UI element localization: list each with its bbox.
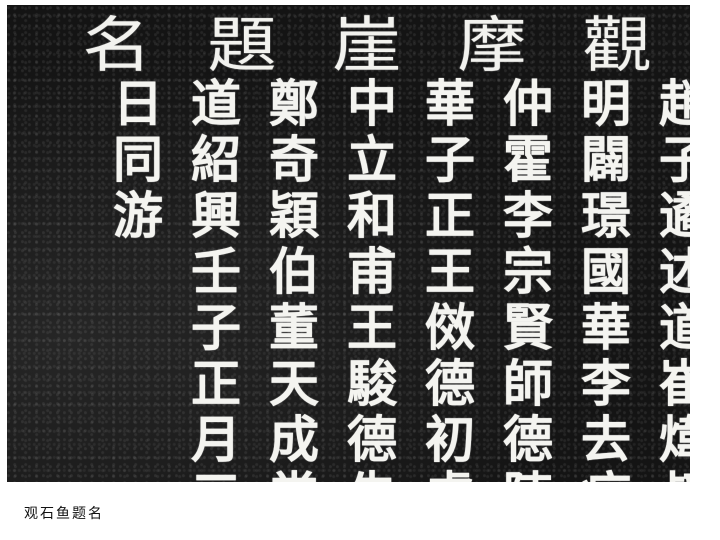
inscription-column: 仲霍李宗賢師德陳 [491,74,565,483]
inscription-column: 道紹興壬子正月三 [179,74,253,483]
image-caption: 观石鱼题名 [24,506,104,522]
inscription-char: 游 [113,186,163,245]
inscription-char: 霍 [503,130,553,189]
inscription-char: 鄭 [269,74,319,133]
inscription-columns: 趙子遹述道崔煒叔明闢璟國華李去病仲霍李宗賢師德陳華子正王傚德初虞中立和甫王駿德先… [7,74,690,483]
inscription-char: 德 [425,354,475,413]
inscription-char: 闢 [581,130,631,189]
inscription-char: 壬 [191,242,241,301]
inscription-column: 華子正王傚德初虞 [413,74,487,483]
inscription-char: 中 [347,74,397,133]
inscription-char: 病 [581,471,631,483]
inscription-char: 日 [113,74,163,133]
inscription-char: 子 [191,298,241,357]
title-char: 觀 [582,11,652,81]
inscription-char: 德 [347,410,397,469]
inscription-char: 道 [659,298,690,357]
inscription-char: 陳 [503,471,553,483]
title-char: 崖 [332,11,402,81]
inscription-char: 月 [191,410,241,469]
inscription-char: 煒 [659,410,690,469]
inscription-column: 日同游 [101,79,175,247]
inscription-char: 正 [425,186,475,245]
inscription-char: 仲 [503,74,553,133]
inscription-char: 叔 [659,471,690,483]
inscription-char: 董 [269,298,319,357]
inscription-char: 德 [503,410,553,469]
stone-rubbing: 觀 摩 崖 題 名 趙子遹述道崔煒叔明闢璟國華李去病仲霍李宗賢師德陳華子正王傚德… [7,5,690,482]
inscription-char: 述 [659,242,690,301]
inscription-column: 鄭奇穎伯董天成常 [257,74,331,483]
inscription-char: 和 [347,186,397,245]
inscription-char: 天 [269,354,319,413]
inscription-char: 王 [425,242,475,301]
title-char: 名 [82,11,152,81]
inscription-char: 成 [269,410,319,469]
inscription-char: 立 [347,130,397,189]
inscription-char: 正 [191,354,241,413]
inscription-char: 道 [191,74,241,133]
inscription-char: 王 [347,298,397,357]
inscription-char: 華 [425,74,475,133]
inscription-char: 李 [581,354,631,413]
inscription-char: 三 [191,471,241,483]
title-char: 摩 [457,11,527,81]
inscription-char: 賢 [503,298,553,357]
inscription-char: 穎 [269,186,319,245]
inscription-char: 伯 [269,242,319,301]
inscription-char: 華 [581,298,631,357]
inscription-char: 初 [425,410,475,469]
inscription-char: 甫 [347,242,397,301]
inscription-char: 奇 [269,130,319,189]
inscription-char: 傚 [425,298,475,357]
inscription-char: 興 [191,186,241,245]
inscription-column: 趙子遹述道崔煒叔 [647,74,690,483]
inscription-char: 子 [659,130,690,189]
inscription-column: 明闢璟國華李去病 [569,74,643,483]
inscription-char: 宗 [503,242,553,301]
inscription-char: 璟 [581,186,631,245]
inscription-char: 崔 [659,354,690,413]
inscription-char: 國 [581,242,631,301]
inscription-char: 駿 [347,354,397,413]
inscription-char: 趙 [659,74,690,133]
inscription-char: 先 [347,471,397,483]
inscription-column: 中立和甫王駿德先 [335,74,409,483]
inscription-char: 李 [503,186,553,245]
title-char: 題 [207,11,277,81]
inscription-char: 紹 [191,130,241,189]
inscription-char: 虞 [425,471,475,483]
inscription-char: 師 [503,354,553,413]
inscription-char: 同 [113,130,163,189]
inscription-char: 明 [581,74,631,133]
inscription-char: 常 [269,471,319,483]
inscription-char: 子 [425,130,475,189]
inscription-char: 遹 [659,186,690,245]
inscription-char: 去 [581,410,631,469]
